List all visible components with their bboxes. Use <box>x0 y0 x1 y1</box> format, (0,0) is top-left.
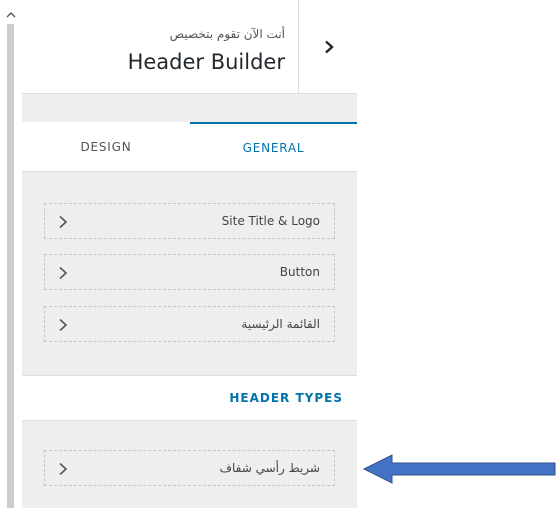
item-button[interactable]: Button <box>44 254 335 290</box>
tab-design[interactable]: DESIGN <box>22 122 190 171</box>
header-title: Header Builder <box>127 50 285 74</box>
chevron-right-icon <box>59 462 68 476</box>
item-label: Button <box>279 265 320 279</box>
tab-bar: DESIGN GENERAL <box>22 122 357 172</box>
item-label: القائمة الرئيسية <box>241 317 320 331</box>
panel-header: أنت الآن تقوم بتخصيص Header Builder <box>22 0 357 94</box>
item-site-title-logo[interactable]: Site Title & Logo <box>44 203 335 239</box>
left-arrow-icon <box>362 454 556 484</box>
chevron-right-icon <box>324 40 334 53</box>
chevron-up-icon[interactable] <box>6 10 16 20</box>
scrollbar-thumb[interactable] <box>7 24 14 508</box>
scrollbar[interactable] <box>0 0 22 508</box>
chevron-right-icon <box>59 215 68 229</box>
section-title: HEADER TYPES <box>229 391 343 405</box>
header-subtitle: أنت الآن تقوم بتخصيص <box>169 27 285 41</box>
item-primary-menu[interactable]: القائمة الرئيسية <box>44 306 335 342</box>
customizer-panel: أنت الآن تقوم بتخصيص Header Builder DESI… <box>22 0 357 508</box>
section-header: HEADER TYPES <box>22 375 357 421</box>
item-label: شريط رأسي شفاف <box>219 461 320 475</box>
chevron-right-icon <box>59 318 68 332</box>
item-transparent-header[interactable]: شريط رأسي شفاف <box>44 450 335 486</box>
chevron-right-icon <box>59 266 68 280</box>
back-button[interactable] <box>298 0 358 93</box>
item-label: Site Title & Logo <box>221 214 320 228</box>
tab-general[interactable]: GENERAL <box>190 122 357 171</box>
header-gap <box>22 94 357 122</box>
